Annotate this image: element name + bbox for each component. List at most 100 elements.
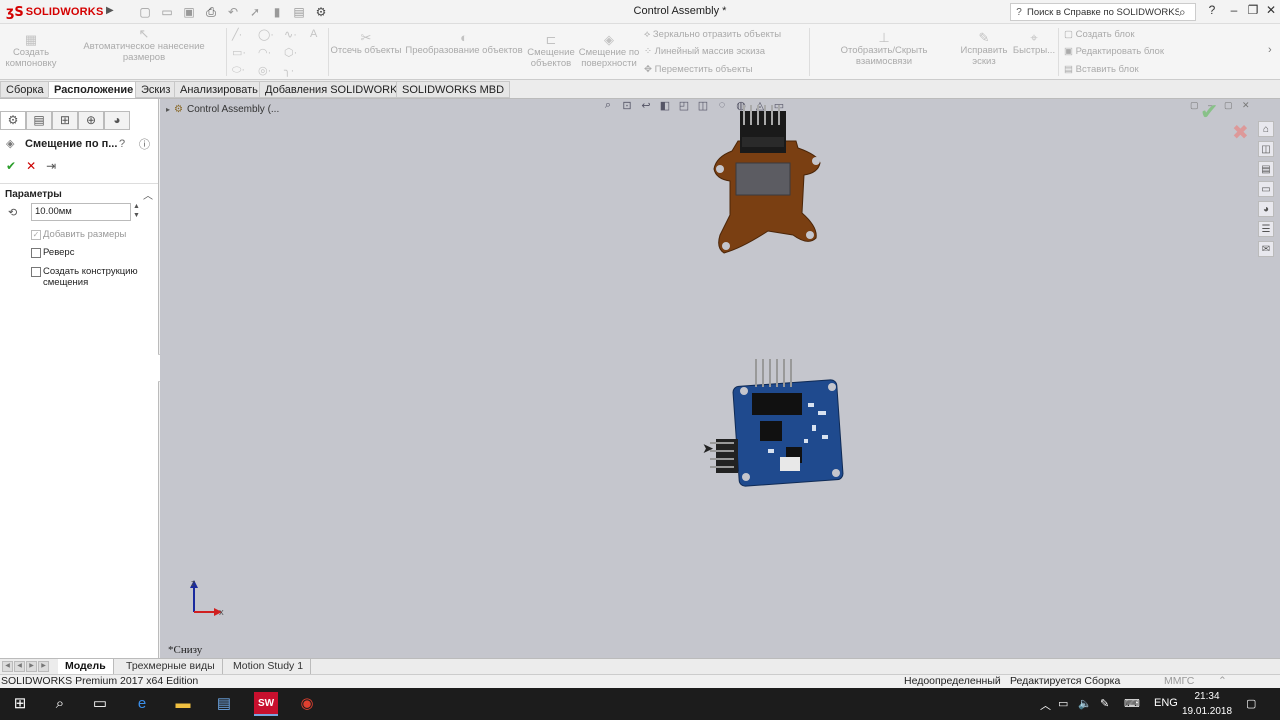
tab-motion-study[interactable]: Motion Study 1 bbox=[226, 659, 312, 674]
viewport-restore-icon[interactable]: ▢ bbox=[1190, 100, 1199, 111]
reverse-checkbox[interactable] bbox=[31, 248, 41, 258]
property-manager-tab-icon[interactable]: ▤ bbox=[26, 111, 52, 130]
tab-layout[interactable]: Расположение bbox=[48, 81, 140, 98]
tab-mbd[interactable]: SOLIDWORKS MBD bbox=[396, 81, 511, 98]
solidworks-taskbar-icon[interactable]: SW bbox=[254, 692, 278, 716]
parameters-section[interactable]: Параметры ︿ bbox=[0, 183, 158, 203]
tab-model[interactable]: Модель bbox=[58, 659, 114, 674]
insert-block-button[interactable]: ▤ Вставить блок bbox=[1064, 64, 1139, 75]
offset-entities-button[interactable]: ⊏ Смещение объектов bbox=[526, 33, 576, 69]
search-icon[interactable]: ⌕ bbox=[1179, 5, 1195, 20]
ribbon-more-icon[interactable]: › bbox=[1268, 44, 1272, 56]
document-app-icon[interactable]: ▤ bbox=[212, 692, 236, 716]
viewport-close-icon[interactable]: ✕ bbox=[1242, 100, 1250, 111]
help-icon[interactable]: ? bbox=[1204, 3, 1220, 17]
help-search-input[interactable]: Поиск в Справке по SOLIDWORKS bbox=[1027, 7, 1179, 18]
tab-3d-views[interactable]: Трехмерные виды bbox=[119, 659, 223, 674]
help-search-box[interactable]: ? Поиск в Справке по SOLIDWORKS ⌕ bbox=[1010, 3, 1196, 21]
flyout-feature-tree[interactable]: ▸ ⚙ Control Assembly (... bbox=[166, 104, 279, 115]
home-icon[interactable]: ⌂ bbox=[1258, 121, 1274, 137]
zoom-area-icon[interactable]: ⊡ bbox=[619, 99, 635, 117]
custom-properties-icon[interactable]: ☰ bbox=[1258, 221, 1274, 237]
file-explorer-icon[interactable]: ▬ bbox=[171, 692, 195, 716]
select-icon[interactable]: ➚ bbox=[246, 3, 264, 21]
mirror-entities-button[interactable]: ⟡ Зеркально отразить объекты bbox=[644, 29, 781, 40]
tab-addins[interactable]: Добавления SOLIDWORKS bbox=[259, 81, 411, 98]
language-indicator[interactable]: ENG bbox=[1154, 697, 1178, 709]
confirmation-cancel-icon[interactable]: ✖ bbox=[1232, 120, 1249, 145]
circle-icon[interactable]: ◯· bbox=[258, 28, 274, 41]
move-entities-button[interactable]: ✥ Переместить объекты bbox=[644, 64, 753, 75]
bracket-model[interactable] bbox=[708, 103, 828, 258]
restore-icon[interactable]: ❐ bbox=[1245, 3, 1261, 17]
tab-evaluate[interactable]: Анализировать bbox=[174, 81, 264, 98]
chevron-up-icon[interactable]: ︿ bbox=[143, 187, 153, 202]
previous-view-icon[interactable]: ↩ bbox=[638, 99, 654, 117]
viewport-maximize-icon[interactable]: ▢ bbox=[1224, 100, 1233, 111]
whats-wrong-icon[interactable]: ? bbox=[119, 138, 125, 150]
auto-dimension-button[interactable]: ↖ Автоматическое нанесение размеров bbox=[64, 27, 224, 63]
configuration-manager-tab-icon[interactable]: ⊞ bbox=[52, 111, 78, 130]
zoom-to-fit-icon[interactable]: ⌕ bbox=[600, 99, 616, 117]
design-library-icon[interactable]: ▤ bbox=[1258, 161, 1274, 177]
trim-entities-button[interactable]: ✂ Отсечь объекты bbox=[330, 31, 402, 56]
print-icon[interactable]: ⎙ bbox=[202, 3, 220, 21]
close-icon[interactable]: ✕ bbox=[1263, 3, 1279, 17]
units-selector[interactable]: ММГС bbox=[1164, 675, 1194, 688]
reverse-option[interactable]: Реверс bbox=[31, 247, 74, 258]
create-layout-button[interactable]: ▦ Создать компоновку bbox=[4, 33, 58, 69]
quick-snaps-button[interactable]: ⌖ Быстры... bbox=[1012, 31, 1056, 56]
tab-assembly[interactable]: Сборка bbox=[0, 81, 50, 98]
feature-manager-tab-icon[interactable]: ⚙ bbox=[0, 111, 26, 130]
task-view-icon[interactable]: ▭ bbox=[88, 692, 112, 716]
file-explorer-icon[interactable]: ▭ bbox=[1258, 181, 1274, 197]
windows-start-icon[interactable]: ⊞ bbox=[8, 692, 32, 716]
fillet-icon[interactable]: ╮· bbox=[284, 64, 294, 77]
open-folder-icon[interactable]: ▭ bbox=[158, 3, 176, 21]
rebuild-icon[interactable]: ▮ bbox=[268, 3, 286, 21]
first-tab-icon[interactable]: ◀ bbox=[2, 661, 13, 672]
text-icon[interactable]: A bbox=[310, 28, 317, 40]
help-icon[interactable]: ⓘ bbox=[139, 136, 150, 152]
expand-arrow-icon[interactable]: ▸ bbox=[166, 105, 170, 114]
construction-option[interactable]: Создать конструкцию смещения bbox=[31, 266, 141, 288]
minimize-icon[interactable]: – bbox=[1226, 3, 1242, 17]
offset-distance-input[interactable]: 10.00мм bbox=[31, 203, 131, 221]
last-tab-icon[interactable]: ▶ bbox=[38, 661, 49, 672]
options-gear-icon[interactable]: ⚙ bbox=[312, 3, 330, 21]
tray-expand-icon[interactable]: ︿ bbox=[1040, 697, 1051, 713]
solidworks-logo[interactable]: ʒS SOLIDWORKS bbox=[6, 4, 103, 20]
units-dropdown-icon[interactable]: ⌃ bbox=[1218, 675, 1227, 688]
graphics-area[interactable]: ▸ ⚙ Control Assembly (... ⌕ ⊡ ↩ ◧ ◰ ◫ ◌ … bbox=[160, 99, 1280, 658]
cancel-x-icon[interactable]: ✕ bbox=[26, 159, 36, 173]
save-icon[interactable]: ▣ bbox=[180, 3, 198, 21]
tab-sketch[interactable]: Эскиз bbox=[135, 81, 177, 98]
ellipse-icon[interactable]: ◎· bbox=[258, 64, 271, 77]
make-block-button[interactable]: ▢ Создать блок bbox=[1064, 29, 1134, 40]
prev-tab-icon[interactable]: ◀ bbox=[14, 661, 25, 672]
display-relations-button[interactable]: ⊥ Отобразить/Скрыть взаимосвязи bbox=[812, 31, 956, 67]
new-document-icon[interactable]: ▢ bbox=[136, 3, 154, 21]
view-orientation-icon[interactable]: ◰ bbox=[676, 99, 692, 117]
system-clock[interactable]: 21:34 19.01.2018 bbox=[1182, 689, 1232, 719]
resources-icon[interactable]: ◫ bbox=[1258, 141, 1274, 157]
section-view-icon[interactable]: ◧ bbox=[657, 99, 673, 117]
edit-block-button[interactable]: ▣ Редактировать блок bbox=[1064, 46, 1164, 57]
distance-spinner[interactable]: ▲ ▼ bbox=[133, 202, 140, 220]
convert-entities-button[interactable]: ◐ Преобразование объектов bbox=[405, 31, 523, 56]
arc-icon[interactable]: ◠· bbox=[258, 46, 271, 59]
spline-icon[interactable]: ∿· bbox=[284, 28, 297, 41]
repair-sketch-button[interactable]: ✎ Исправить эскиз bbox=[956, 31, 1012, 67]
pin-icon[interactable]: ⇥ bbox=[46, 159, 56, 173]
undo-icon[interactable]: ↶ bbox=[224, 3, 242, 21]
menu-expand-icon[interactable]: ▶ bbox=[106, 5, 114, 16]
next-tab-icon[interactable]: ▶ bbox=[26, 661, 37, 672]
line-icon[interactable]: ╱· bbox=[232, 28, 242, 41]
linear-pattern-button[interactable]: ⁘ Линейный массив эскиза bbox=[644, 46, 765, 57]
pcb-board-model[interactable] bbox=[708, 355, 850, 493]
volume-icon[interactable]: 🔈 bbox=[1078, 697, 1092, 710]
construction-checkbox[interactable] bbox=[31, 267, 41, 277]
file-properties-icon[interactable]: ▤ bbox=[290, 3, 308, 21]
search-icon[interactable]: ⌕ bbox=[48, 692, 72, 716]
display-manager-tab-icon[interactable]: ◕ bbox=[104, 111, 130, 130]
